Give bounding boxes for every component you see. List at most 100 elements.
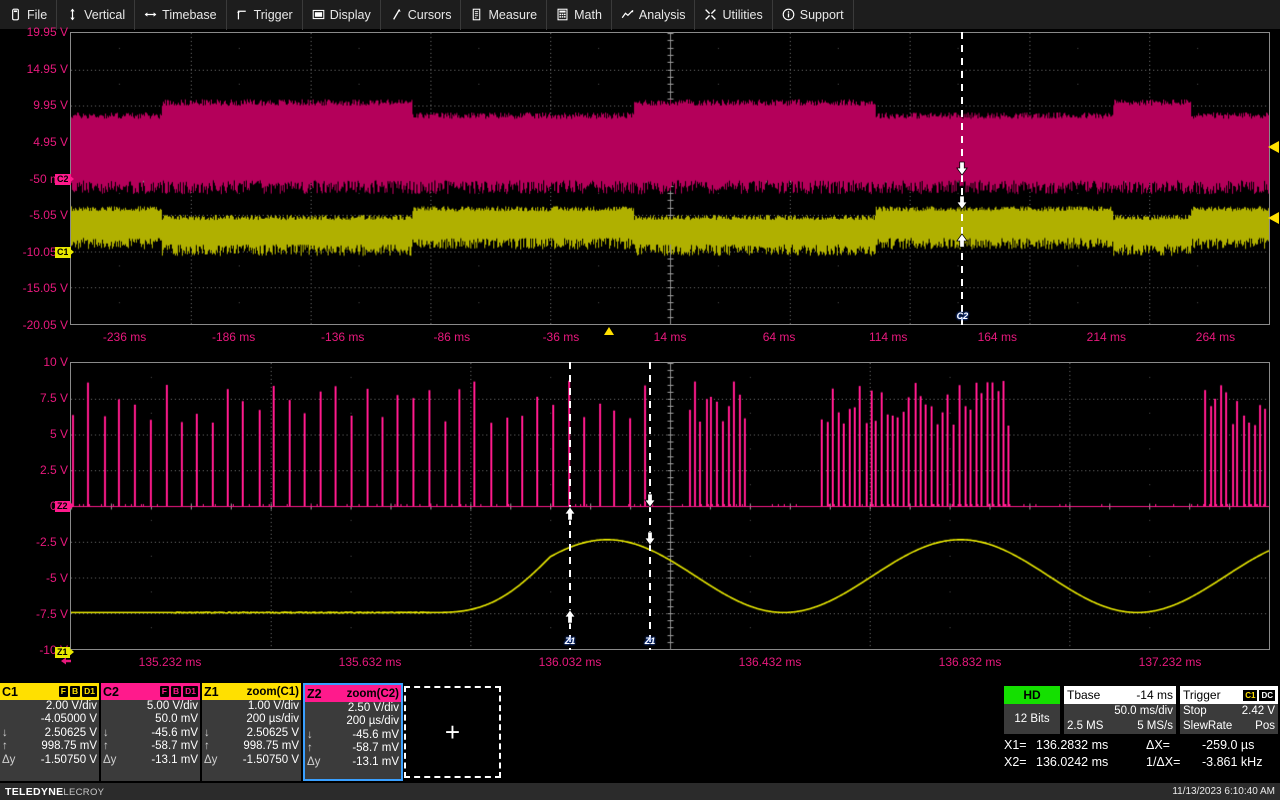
descriptor-header[interactable]: C1 FBD1 (0, 683, 99, 700)
descriptor-line: -4.05000 V (2, 713, 97, 726)
main-waveform-grid[interactable] (70, 32, 1270, 325)
cursor-z2-arrow-down-1[interactable] (643, 493, 658, 508)
level-marker-c1[interactable] (1268, 212, 1279, 224)
level-marker-c2[interactable] (1268, 141, 1279, 153)
cursor-z2-arrow-down-2[interactable] (643, 531, 658, 546)
descriptor-line-value: -1.50750 V (41, 754, 97, 767)
menu-item-analysis[interactable]: Analysis (612, 0, 696, 30)
menu-item-math[interactable]: Math (547, 0, 612, 30)
descriptor-c1[interactable]: C1FBD12.00 V/div-4.05000 V↓2.50625 V↑998… (0, 683, 100, 781)
cursor-dx-value: -259.0 µs (1202, 737, 1254, 754)
menu-item-vertical[interactable]: Vertical (57, 0, 135, 30)
cursor-invdx-label: 1/ΔX= (1146, 754, 1202, 771)
flag-b[interactable]: B (171, 686, 181, 697)
menu-item-support[interactable]: Support (773, 0, 854, 30)
descriptor-line-value: 5.00 V/div (147, 700, 198, 713)
z2-offset-marker-pointer (68, 501, 74, 511)
descriptor-z1[interactable]: Z1zoom(C1)1.00 V/div200 µs/div↓2.50625 V… (202, 683, 302, 781)
cursor-c2-arrow-down-2[interactable] (955, 195, 970, 210)
cursor-x2-line: X2= 136.0242 ms 1/ΔX= -3.861 kHz (1004, 754, 1280, 771)
cursor-c2-label[interactable]: C2 (957, 311, 969, 321)
menu-item-display[interactable]: Display (303, 0, 381, 30)
trigger-state-line: Stop 2.42 V (1180, 704, 1278, 719)
descriptor-line: ↓-45.6 mV (307, 729, 399, 742)
descriptor-line: Δy-1.50750 V (2, 754, 97, 767)
flag-b[interactable]: B (70, 686, 80, 697)
cursor-x2-label: X2= (1004, 754, 1036, 771)
descriptor-line-prefix: ↑ (103, 740, 109, 753)
descriptor-header[interactable]: Z1zoom(C1) (202, 683, 301, 700)
menu-item-trigger[interactable]: Trigger (227, 0, 303, 30)
descriptor-c2[interactable]: C2FBD15.00 V/div50.0 mV↓-45.6 mV↑-58.7 m… (101, 683, 201, 781)
descriptor-name: Z2 (307, 687, 322, 701)
descriptor-name: C1 (2, 685, 18, 699)
x-tick-label: 135.232 ms (139, 655, 202, 669)
descriptor-line-value: 1.00 V/div (248, 700, 299, 713)
cursor-c2-arrow-up[interactable] (955, 233, 970, 248)
menu-item-measure[interactable]: Measure (461, 0, 547, 30)
flag-d1[interactable]: D1 (82, 686, 97, 697)
cursor-line[interactable] (961, 32, 963, 325)
timebase-box[interactable]: Tbase -14 ms 50.0 ms/div 2.5 MS 5 MS/s (1064, 686, 1176, 734)
x-tick-label: 164 ms (978, 330, 1017, 344)
zoom-waveform-grid[interactable] (70, 362, 1270, 650)
cursor-z1-label[interactable]: Z1 (565, 636, 576, 646)
y-tick-label: -7.5 V (36, 608, 68, 620)
descriptor-line-value: 200 µs/div (346, 715, 399, 728)
flag-f[interactable]: F (160, 686, 169, 697)
menu-item-timebase[interactable]: Timebase (135, 0, 226, 30)
hd-mode-box[interactable]: HD 12 Bits (1004, 686, 1060, 734)
menu-item-cursors[interactable]: Cursors (381, 0, 462, 30)
status-bar: TELEDYNELECROY 11/13/2023 6:10:40 AM (0, 783, 1280, 800)
y-tick-label: -5 V (46, 572, 68, 584)
menu-item-label: Timebase (162, 8, 216, 22)
descriptor-line: 2.00 V/div (2, 700, 97, 713)
x-tick-label: -136 ms (321, 330, 364, 344)
trigger-box[interactable]: Trigger C1DC Stop 2.42 V SlewRate Pos (1180, 686, 1278, 734)
cursor-c2-arrow-down-1[interactable] (955, 161, 970, 176)
cursor-x1-line: X1= 136.2832 ms ΔX= -259.0 µs (1004, 737, 1280, 754)
trigger-chip-c1[interactable]: C1 (1243, 690, 1257, 701)
descriptor-line: Δy-13.1 mV (103, 754, 198, 767)
menu-item-label: File (27, 8, 47, 22)
x-tick-label: 135.632 ms (339, 655, 402, 669)
menu-item-label: Utilities (722, 8, 762, 22)
descriptor-line-prefix: ↓ (103, 727, 109, 740)
c1-offset-marker-pointer (68, 247, 74, 257)
descriptor-source: zoom(C2) (347, 688, 399, 700)
menu-item-utilities[interactable]: Utilities (695, 0, 772, 30)
descriptor-line: 2.50 V/div (307, 702, 399, 715)
file-icon (9, 8, 22, 21)
main-waveform-canvas[interactable] (71, 33, 1269, 324)
calculator-icon (556, 8, 569, 21)
flag-f[interactable]: F (59, 686, 68, 697)
cursor-z2-label[interactable]: Z1 (645, 636, 656, 646)
cursor-z1-arrow-up-1[interactable] (563, 506, 578, 521)
trigger-type-line: SlewRate Pos (1180, 719, 1278, 734)
y-tick-label: 7.5 V (40, 392, 68, 404)
zoom-waveform-canvas[interactable] (71, 363, 1269, 649)
brand-light: LECROY (63, 787, 104, 798)
descriptor-line-prefix: Δy (103, 754, 116, 767)
trigger-position-marker[interactable] (604, 327, 614, 335)
cursor-c2[interactable] (961, 32, 963, 325)
flag-d1[interactable]: D1 (183, 686, 198, 697)
main-grid-x-axis: -236 ms-186 ms-136 ms-86 ms-36 ms14 ms64… (0, 330, 1280, 348)
menu-item-label: Analysis (639, 8, 686, 22)
info-circle-icon (782, 8, 795, 21)
menu-bar: File Vertical Timebase TriggerDisplayCursor… (0, 0, 1280, 30)
x-tick-label: 14 ms (654, 330, 687, 344)
cursor-z1-arrow-up-2[interactable] (563, 609, 578, 624)
descriptor-header[interactable]: Z2 zoom(C2) (305, 685, 401, 702)
cursor-readout: X1= 136.2832 ms ΔX= -259.0 µs X2= 136.02… (1004, 737, 1280, 771)
descriptor-z2[interactable]: Z2zoom(C2)2.50 V/div200 µs/div↓-45.6 mV↑… (303, 683, 403, 781)
descriptor-body: 1.00 V/div200 µs/div↓2.50625 V↑998.75 mV… (202, 700, 301, 767)
descriptor-header[interactable]: C2FBD1 (101, 683, 200, 700)
menu-item-label: Measure (488, 8, 537, 22)
add-trace-button[interactable]: + (404, 686, 501, 778)
trigger-slope-icon (236, 8, 249, 21)
y-tick-label: -15.05 V (23, 282, 68, 294)
trigger-chip-dc[interactable]: DC (1259, 690, 1275, 701)
descriptor-line-value: -45.6 mV (151, 727, 198, 740)
brand-logo: TELEDYNELECROY (5, 786, 104, 798)
